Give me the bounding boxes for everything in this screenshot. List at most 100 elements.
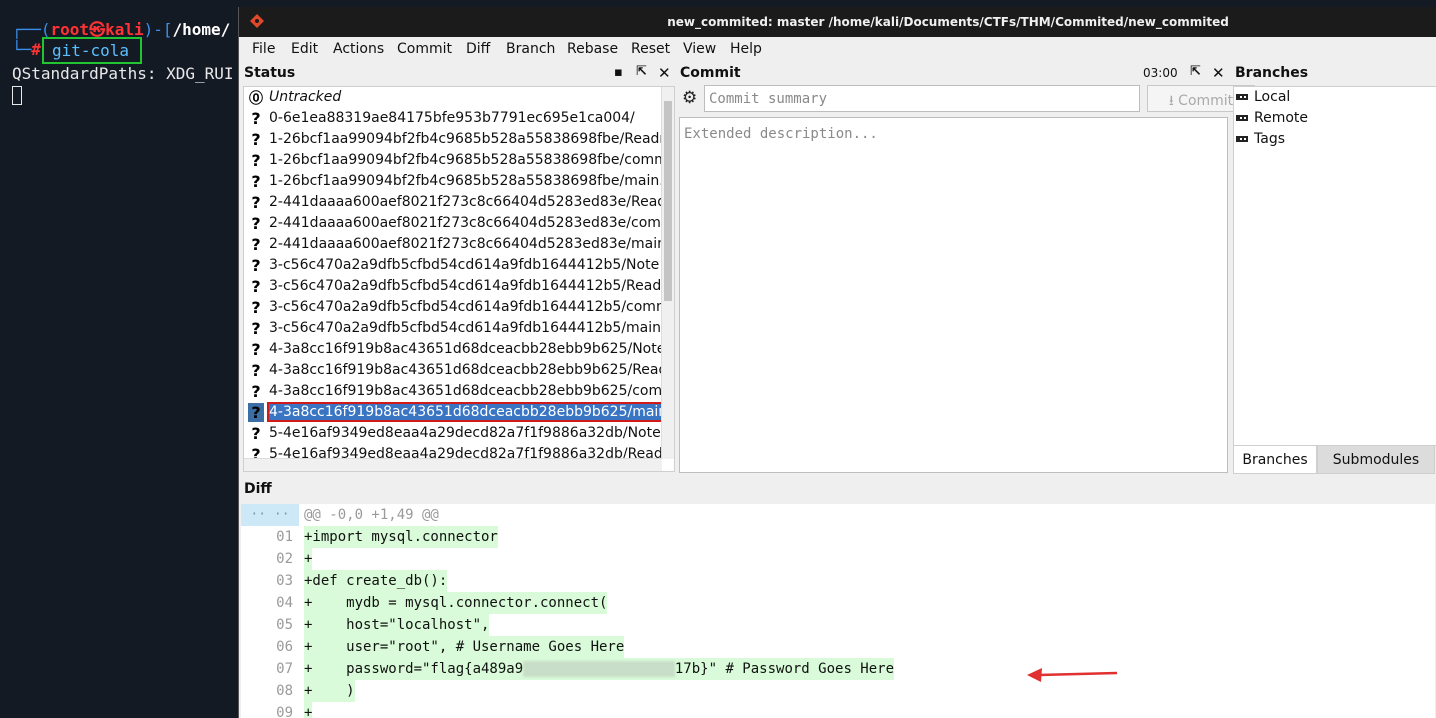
status-file-row[interactable]: ? 1-26bcf1aa99094bf2fb4c9685b528a55838698… [244,171,662,192]
git-cola-window: new_commited: master /home/kali/Document… [238,7,1436,718]
status-file-row[interactable]: ? 5-4e16af9349ed8eaa4a29decd82a7f1f9886a3… [244,423,662,444]
untracked-question-icon: ? [251,235,261,254]
tab-branches[interactable]: Branches [1233,445,1317,474]
menu-commit[interactable]: Commit [397,41,452,57]
gear-icon[interactable]: ⚙ [682,88,697,108]
status-file-row[interactable]: ? 3-c56c470a2a9dfb5cfbd54cd614a9fdb164441… [244,297,662,318]
diff-line-number: 03 [276,573,293,589]
password-suffix: 17b}" # Password Goes Here [674,661,895,677]
panel-menu-icon[interactable]: ▪ [614,65,623,80]
diff-line: 03 +def create_db(): [241,570,1435,592]
tab-submodules[interactable]: Submodules [1317,445,1435,474]
branches-tree[interactable]: Local Remote Tags [1233,86,1436,446]
status-file-row[interactable]: ? 2-441daaaa600aef8021f273c8c66404d5283ed… [244,192,662,213]
status-vertical-scrollbar[interactable] [661,87,674,459]
untracked-question-icon: ? [251,109,261,128]
branches-panel-title: Branches [1235,65,1309,81]
scrollbar-thumb[interactable] [664,101,672,301]
diff-line-text: + [304,702,313,718]
menu-file[interactable]: File [252,41,275,57]
diff-line-number: 01 [276,529,293,545]
status-file-name: 4-3a8cc16f919b8ac43651d68dceacbb28ebb9b6… [269,341,662,357]
menu-actions[interactable]: Actions [333,41,384,57]
terminal-prompt-line-2: └─# [12,40,41,59]
status-file-row[interactable]: ? 1-26bcf1aa99094bf2fb4c9685b528a55838698… [244,150,662,171]
menu-branch[interactable]: Branch [506,41,555,57]
untracked-question-icon: ? [251,319,261,338]
status-file-row[interactable]: ? 3-c56c470a2a9dfb5cfbd54cd614a9fdb164441… [244,255,662,276]
menu-help[interactable]: Help [730,41,762,57]
diff-line-text: + user="root", # Username Goes Here [304,636,625,658]
status-file-row[interactable]: ? 4-3a8cc16f919b8ac43651d68dceacbb28ebb9b… [244,360,662,381]
status-file-row[interactable]: ? 1-26bcf1aa99094bf2fb4c9685b528a55838698… [244,129,662,150]
window-title: new_commited: master /home/kali/Document… [667,15,1229,29]
diff-line-number: 05 [276,617,293,633]
status-file-row[interactable]: ? 0-6e1ea88319ae84175bfe953b7791ec695e1ca… [244,108,662,129]
untracked-question-icon: ? [251,193,261,212]
diff-line: 06 + user="root", # Username Goes Here [241,636,1435,658]
untracked-section-header[interactable]: ⓪ Untracked [244,87,662,108]
commit-button-label: Commit [1178,93,1234,109]
menu-view[interactable]: View [683,41,716,57]
branch-folder-icon [1236,136,1248,142]
diff-line: 08 + ) [241,680,1435,702]
diff-line: 01 +import mysql.connector [241,526,1435,548]
hunk-gutter: ·· ·· [241,504,299,526]
status-file-name: 0-6e1ea88319ae84175bfe953b7791ec695e1ca0… [269,110,635,126]
status-file-list[interactable]: ⓪ Untracked ? 0-6e1ea88319ae84175bfe953b7… [243,86,675,472]
menu-reset[interactable]: Reset [631,41,670,57]
status-file-row[interactable]: ? 3-c56c470a2a9dfb5cfbd54cd614a9fdb164441… [244,276,662,297]
diff-panel-title: Diff [244,481,272,497]
status-horizontal-scrollbar[interactable] [244,458,662,471]
menu-edit[interactable]: Edit [291,41,318,57]
terminal-cursor [12,86,22,105]
diff-hunk-header-line: ·· ·· @@ -0,0 +1,49 @@ [241,504,1435,526]
close-icon[interactable]: ✕ [1212,64,1225,82]
redacted-flag: xxxxxxxxxxxxxxxxxx [523,661,675,677]
untracked-question-icon: ? [251,424,261,443]
diff-line-text: + ) [304,680,355,702]
branch-item-label: Local [1254,89,1291,105]
prompt-mid: )-[ [143,20,173,39]
untracked-question-icon: ? [251,214,261,233]
status-file-row[interactable]: ? 3-c56c470a2a9dfb5cfbd54cd614a9fdb164441… [244,318,662,339]
diff-line-number: 02 [276,551,293,567]
status-file-name: 1-26bcf1aa99094bf2fb4c9685b528a55838698f… [269,131,662,147]
undock-icon[interactable]: ⇱ [1190,64,1201,79]
menu-diff[interactable]: Diff [466,41,490,57]
untracked-question-icon: ? [251,151,261,170]
close-icon[interactable]: ✕ [658,64,671,82]
status-file-row[interactable]: ? 4-3a8cc16f919b8ac43651d68dceacbb28ebb9b… [244,402,662,423]
undock-icon[interactable]: ⇱ [636,64,647,79]
status-file-name: 3-c56c470a2a9dfb5cfbd54cd614a9fdb1644412… [269,257,660,273]
status-file-name: 3-c56c470a2a9dfb5cfbd54cd614a9fdb1644412… [269,320,662,336]
commit-summary-input[interactable]: Commit summary [704,85,1140,112]
branch-item-tags[interactable]: Tags [1236,131,1285,147]
branch-item-local[interactable]: Local [1236,89,1290,105]
untracked-question-icon: ? [251,277,261,296]
branch-item-label: Tags [1254,131,1285,147]
status-file-name: 4-3a8cc16f919b8ac43651d68dceacbb28ebb9b6… [269,362,662,378]
status-file-name: 2-441daaaa600aef8021f273c8c66404d5283ed8… [269,236,662,252]
prompt-hash: # [31,40,41,59]
menu-rebase[interactable]: Rebase [567,41,618,57]
commit-description-input[interactable]: Extended description... [679,117,1228,473]
status-file-row[interactable]: ? 2-441daaaa600aef8021f273c8c66404d5283ed… [244,234,662,255]
branch-item-remote[interactable]: Remote [1236,110,1308,126]
diff-line-number: 06 [276,639,293,655]
diff-line-number: 04 [276,595,293,611]
untracked-question-icon: ? [251,256,261,275]
branch-folder-icon [1236,94,1248,100]
terminal-output: QStandardPaths: XDG_RUI [12,64,234,83]
status-file-name: 2-441daaaa600aef8021f273c8c66404d5283ed8… [269,194,662,210]
status-panel-title: Status [244,65,296,81]
diff-line: 09 + [241,702,1435,718]
title-bar[interactable]: new_commited: master /home/kali/Document… [239,7,1436,37]
status-file-row[interactable]: ? 4-3a8cc16f919b8ac43651d68dceacbb28ebb9b… [244,381,662,402]
diff-viewer[interactable]: ·· ·· @@ -0,0 +1,49 @@ 01 +import mysql.c… [241,504,1435,718]
status-file-row[interactable]: ? 4-3a8cc16f919b8ac43651d68dceacbb28ebb9b… [244,339,662,360]
status-file-row[interactable]: ? 2-441daaaa600aef8021f273c8c66404d5283ed… [244,213,662,234]
menu-bar: File Edit Actions Commit Diff Branch Reb… [239,37,1436,62]
diff-line-text: +import mysql.connector [304,526,498,548]
help-circle-icon: ⓪ [249,91,263,107]
